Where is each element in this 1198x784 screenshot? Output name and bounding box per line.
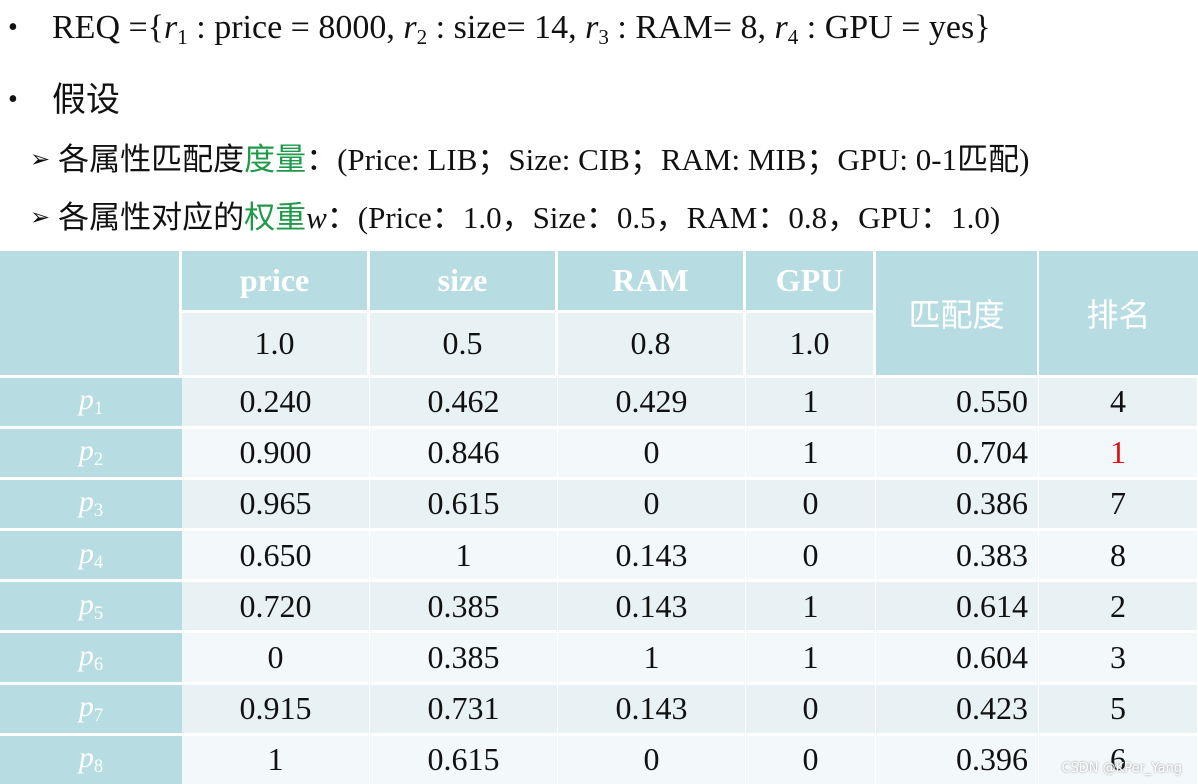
cell-price: 0 [182,630,370,682]
row-label: p6 [0,630,182,682]
cell-ram: 0.143 [558,579,746,631]
cell-ram: 0.429 [558,374,746,426]
cell-gpu: 1 [746,374,876,426]
bullet-dot: • [8,12,18,43]
cell-price: 1 [182,732,370,784]
header-gpu: GPU [746,251,876,314]
cell-rank: 5 [1039,681,1198,733]
row-label: p7 [0,681,182,733]
cell-gpu: 1 [746,630,876,682]
cell-ram: 0 [558,425,746,477]
cell-match: 0.423 [876,681,1039,733]
cell-size: 0.385 [370,579,558,631]
table-row: p3 0.965 0.615 0 0 0.386 7 [0,476,1198,529]
cell-match: 0.604 [876,630,1039,682]
cell-size: 0.731 [370,681,558,733]
row-label: p2 [0,425,182,477]
cell-price: 0.900 [182,425,370,477]
cell-size: 0.615 [370,732,558,784]
row-label: p4 [0,528,182,580]
cell-price: 0.915 [182,681,370,733]
cell-gpu: 0 [746,476,876,529]
cell-rank: 2 [1039,579,1198,631]
header-size: size [370,251,558,314]
header-ram: RAM [558,251,746,314]
cell-match: 0.386 [876,476,1039,529]
bullet-dot: • [8,84,18,115]
cell-rank: 3 [1039,630,1198,682]
cell-match: 0.383 [876,528,1039,580]
match-table: price size RAM GPU 匹配度 排名 1.0 0.5 0.8 1.… [0,251,1198,784]
cell-size: 0.615 [370,476,558,529]
cell-rank: 8 [1039,528,1198,580]
cell-gpu: 1 [746,579,876,631]
row-label: p5 [0,579,182,631]
cell-ram: 0 [558,732,746,784]
cell-rank: 1 [1039,425,1198,477]
cell-match: 0.704 [876,425,1039,477]
weight-price: 1.0 [182,313,370,375]
cell-ram: 0.143 [558,528,746,580]
header-match: 匹配度 [876,251,1039,375]
header-rank: 排名 [1039,251,1198,375]
table-row: p1 0.240 0.462 0.429 1 0.550 4 [0,374,1198,426]
cell-price: 0.650 [182,528,370,580]
table-row: p2 0.900 0.846 0 1 0.704 1 [0,425,1198,477]
cell-size: 0.846 [370,425,558,477]
table-row: p5 0.720 0.385 0.143 1 0.614 2 [0,579,1198,631]
row-label: p3 [0,476,182,529]
cell-size: 0.385 [370,630,558,682]
cell-gpu: 0 [746,681,876,733]
table-row: p8 1 0.615 0 0 0.396 6 [0,732,1198,784]
cell-match: 0.396 [876,732,1039,784]
cell-rank: 6 [1039,732,1198,784]
cell-ram: 1 [558,630,746,682]
cell-rank: 7 [1039,476,1198,529]
cell-size: 0.462 [370,374,558,426]
cell-ram: 0 [558,476,746,529]
table-row: p7 0.915 0.731 0.143 0 0.423 5 [0,681,1198,733]
cell-match: 0.550 [876,374,1039,426]
cell-gpu: 1 [746,425,876,477]
weight-gpu: 1.0 [746,313,876,375]
cell-gpu: 0 [746,528,876,580]
cell-match: 0.614 [876,579,1039,631]
arrow-icon: ➢ [30,145,51,173]
req-line: REQ ={r1 : price = 8000, r2 : size= 14, … [52,9,991,49]
cell-ram: 0.143 [558,681,746,733]
watermark: CSDN @KPer_Yang [1061,761,1182,776]
table-row: p4 0.650 1 0.143 0 0.383 8 [0,528,1198,580]
arrow-icon: ➢ [30,203,51,231]
assumption-title: 假设 [52,80,120,120]
row-label: p1 [0,374,182,426]
weight-ram: 0.8 [558,313,746,375]
measure-line: ➢ 各属性匹配度度量：(Price: LIB；Size: CIB；RAM: MIB… [30,142,1030,178]
weight-line: ➢ 各属性对应的权重w：(Price：1.0，Size：0.5，RAM：0.8，G… [30,200,1001,236]
cell-rank: 4 [1039,374,1198,426]
header-price: price [182,251,370,314]
cell-size: 1 [370,528,558,580]
cell-price: 0.240 [182,374,370,426]
cell-price: 0.965 [182,476,370,529]
weight-size: 0.5 [370,313,558,375]
cell-price: 0.720 [182,579,370,631]
row-label: p8 [0,732,182,784]
table-row: p6 0 0.385 1 1 0.604 3 [0,630,1198,682]
cell-gpu: 0 [746,732,876,784]
table-corner [0,251,182,375]
